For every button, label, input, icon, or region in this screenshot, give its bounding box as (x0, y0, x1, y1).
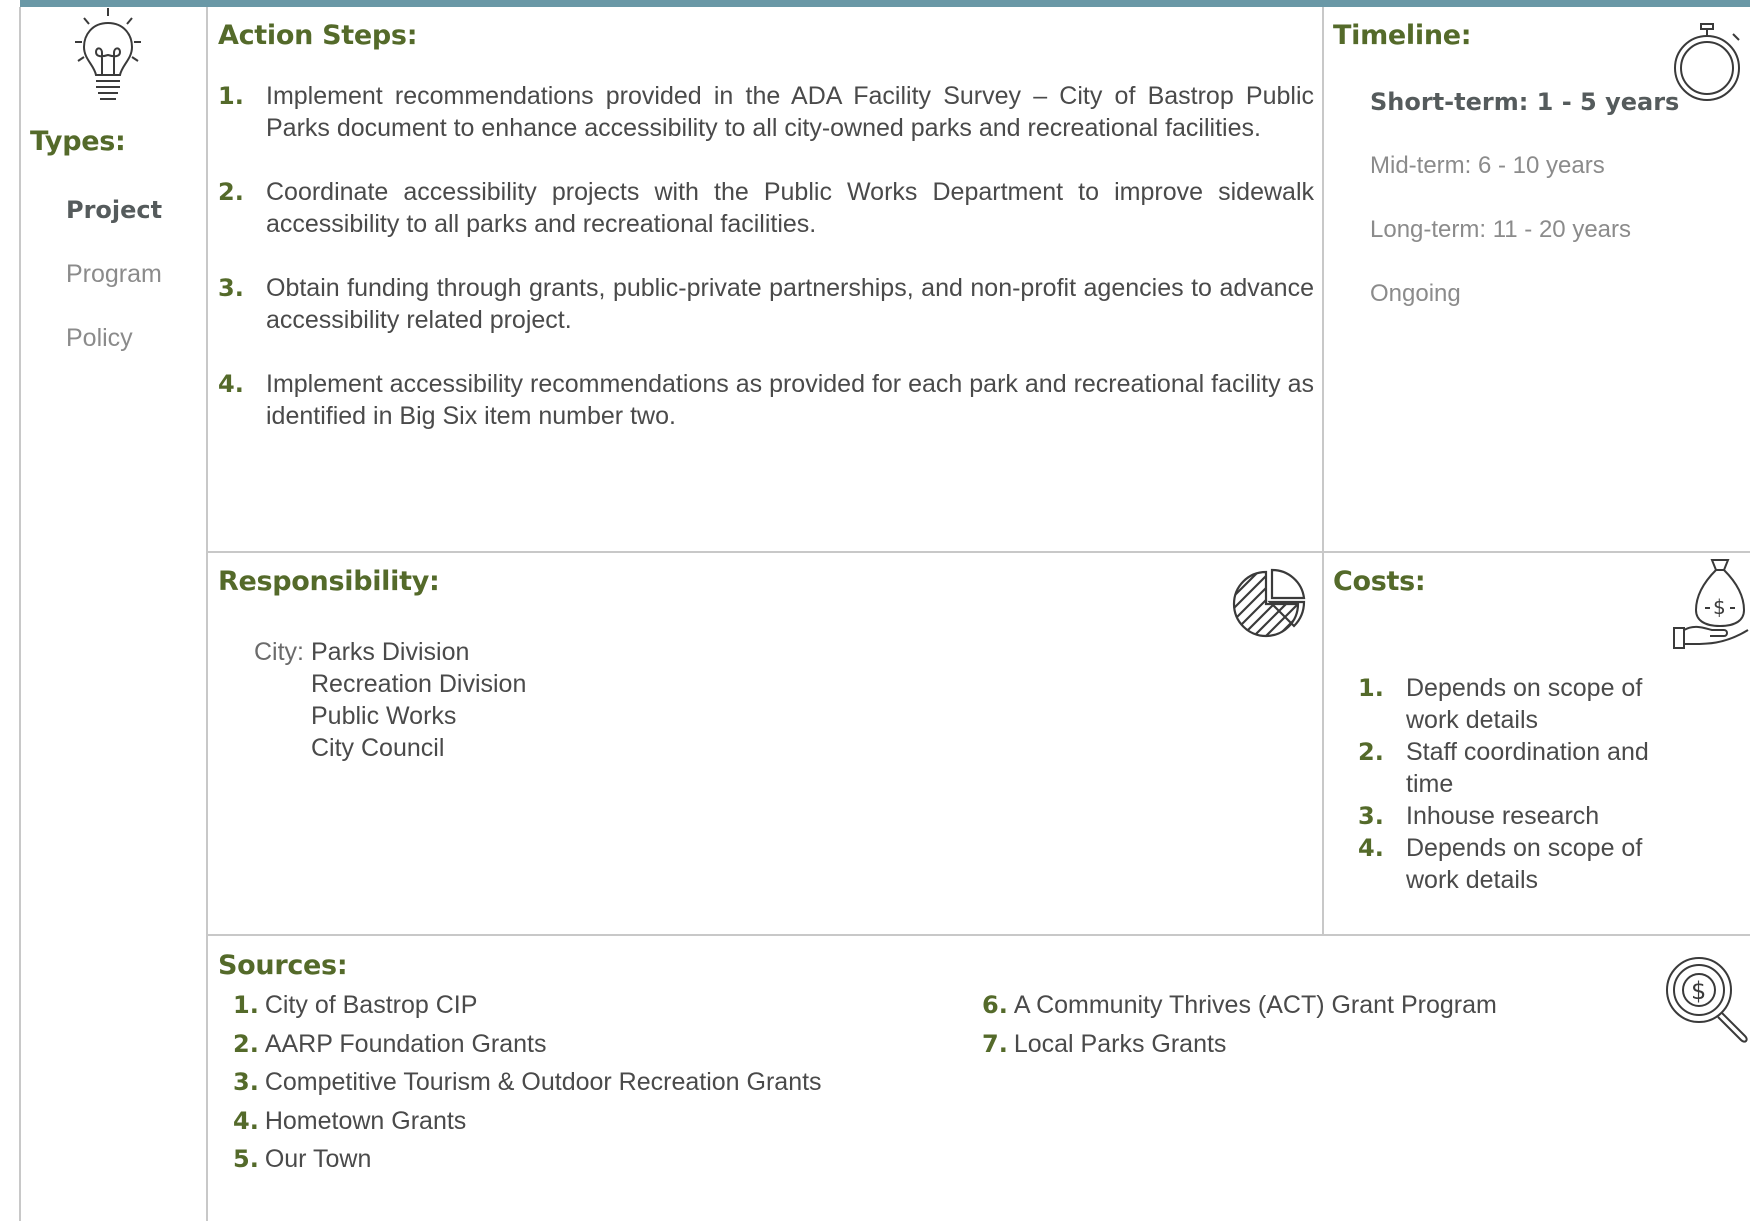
action-step-text: Coordinate accessibility projects with t… (266, 178, 1314, 238)
source-number: 3. (233, 1068, 259, 1096)
source-item: 6. A Community Thrives (ACT) Grant Progra… (982, 986, 1497, 1025)
sources-heading: Sources: (218, 950, 348, 981)
cost-text: Staff coordination and time (1406, 738, 1649, 798)
source-number: 5. (233, 1145, 259, 1173)
timeline-divider (1322, 7, 1324, 936)
source-item: 5. Our Town (233, 1140, 822, 1179)
responsibility-item: Public Works (311, 702, 457, 730)
responsibility-item: Recreation Division (311, 670, 527, 698)
source-text: A Community Thrives (ACT) Grant Program (1013, 991, 1497, 1019)
source-number: 2. (233, 1029, 259, 1058)
costs-list: 1. Depends on scope of work details 2. Sta… (1358, 672, 1688, 896)
cost-item: 2. Staff coordination and time (1358, 736, 1688, 800)
top-accent-bar (20, 0, 1750, 7)
source-number: 7. (982, 1029, 1008, 1058)
stopwatch-icon (1670, 22, 1745, 102)
row-divider-1 (206, 551, 1750, 553)
timeline-short-term: Short-term: 1 - 5 years (1370, 88, 1680, 116)
action-step-item: 4. Implement accessibility recommendation… (218, 368, 1314, 432)
costs-heading: Costs: (1333, 566, 1426, 597)
left-border-line (19, 7, 21, 1221)
timeline-mid-term: Mid-term: 6 - 10 years (1370, 152, 1605, 179)
cost-text: Inhouse research (1406, 802, 1600, 830)
source-text: City of Bastrop CIP (264, 991, 478, 1019)
responsibility-item: Parks Division (311, 638, 470, 666)
row-divider-2 (206, 934, 1750, 936)
magnifier-dollar-icon: $ (1665, 956, 1750, 1044)
source-text: Hometown Grants (264, 1106, 467, 1135)
pie-chart-icon (1232, 568, 1310, 640)
source-item: 2. AARP Foundation Grants (233, 1025, 822, 1064)
responsibility-label: City: (254, 638, 304, 666)
action-step-item: 2. Coordinate accessibility projects with… (218, 176, 1314, 240)
action-steps-heading: Action Steps: (218, 20, 418, 51)
source-text: Local Parks Grants (1013, 1029, 1227, 1058)
svg-text:$: $ (1713, 595, 1726, 619)
lightbulb-icon (70, 5, 150, 110)
source-number: 4. (233, 1106, 259, 1135)
cost-item: 4. Depends on scope of work details (1358, 832, 1688, 896)
action-step-number: 2. (218, 178, 244, 206)
source-item: 7. Local Parks Grants (982, 1025, 1497, 1064)
timeline-list: Short-term: 1 - 5 years Mid-term: 6 - 10… (1370, 88, 1679, 344)
source-item: 1. City of Bastrop CIP (233, 986, 822, 1025)
source-text: Competitive Tourism & Outdoor Recreation… (264, 1068, 822, 1096)
svg-text:$: $ (1691, 977, 1706, 1005)
source-number: 1. (233, 991, 259, 1019)
cost-number: 2. (1358, 738, 1384, 766)
source-text: Our Town (264, 1145, 372, 1173)
cost-item: 3. Inhouse research (1358, 800, 1688, 832)
types-heading: Types: (30, 126, 126, 157)
timeline-heading: Timeline: (1333, 20, 1472, 51)
cost-number: 4. (1358, 834, 1384, 862)
timeline-ongoing: Ongoing (1370, 280, 1461, 307)
action-step-item: 1. Implement recommendations provided in … (218, 80, 1314, 144)
action-step-number: 3. (218, 274, 244, 302)
sidebar-divider (206, 7, 208, 1221)
cost-text: Depends on scope of work details (1406, 834, 1643, 894)
source-number: 6. (982, 991, 1008, 1019)
cost-item: 1. Depends on scope of work details (1358, 672, 1688, 736)
sources-list-col1: 1. City of Bastrop CIP 2. AARP Foundation … (233, 986, 822, 1179)
type-project: Project (66, 196, 163, 224)
responsibility-item: City Council (311, 734, 445, 762)
responsibility-heading: Responsibility: (218, 566, 440, 597)
responsibility-items: Parks Division Recreation Division Publi… (311, 636, 526, 764)
action-step-number: 1. (218, 82, 244, 110)
cost-number: 1. (1358, 674, 1384, 702)
cost-text: Depends on scope of work details (1406, 674, 1643, 734)
action-step-text: Implement recommendations provided in th… (266, 82, 1314, 142)
timeline-long-term: Long-term: 11 - 20 years (1370, 216, 1632, 243)
action-steps-list: 1. Implement recommendations provided in … (218, 80, 1314, 464)
action-step-text: Implement accessibility recommendations … (266, 370, 1314, 430)
sources-list-col2: 6. A Community Thrives (ACT) Grant Progra… (982, 986, 1497, 1063)
source-text: AARP Foundation Grants (264, 1029, 547, 1058)
source-item: 3. Competitive Tourism & Outdoor Recreati… (233, 1063, 822, 1102)
action-step-number: 4. (218, 370, 244, 398)
type-policy: Policy (66, 324, 133, 352)
types-list: Project Program Policy (66, 196, 162, 388)
action-step-text: Obtain funding through grants, public-pr… (266, 274, 1314, 334)
type-program: Program (66, 260, 162, 288)
source-item: 4. Hometown Grants (233, 1102, 822, 1141)
action-step-item: 3. Obtain funding through grants, public-… (218, 272, 1314, 336)
cost-number: 3. (1358, 802, 1384, 830)
money-bag-hand-icon: $ (1672, 558, 1750, 650)
